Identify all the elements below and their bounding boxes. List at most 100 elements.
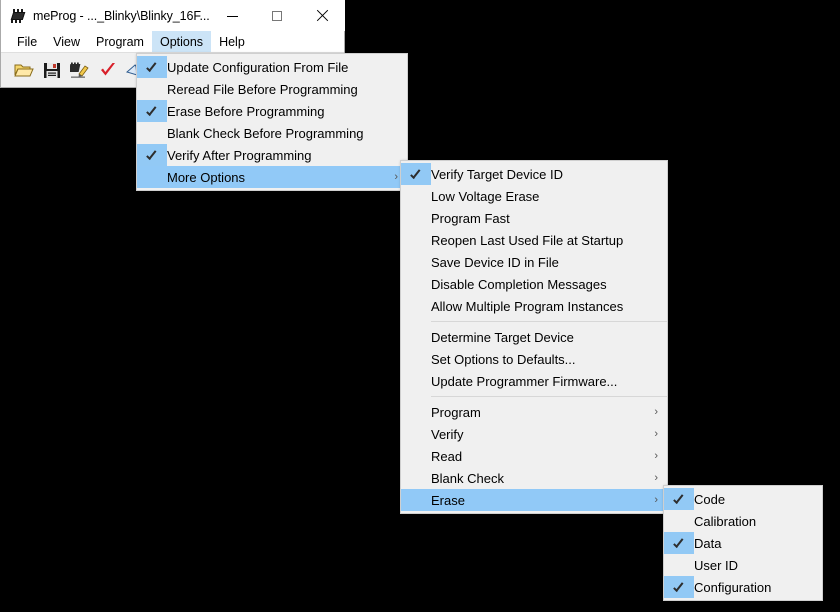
menu-item-label: Determine Target Device: [431, 329, 574, 345]
menu-item-low-voltage-erase[interactable]: Low Voltage Erase: [401, 185, 667, 207]
desktop-background: meProg - ..._Blinky\Blinky_16F... File V…: [0, 0, 840, 612]
checkmark-icon: [664, 488, 694, 510]
checkmark-icon: [137, 144, 167, 166]
menu-item-label: Disable Completion Messages: [431, 276, 607, 292]
chevron-right-icon: ›: [654, 406, 658, 418]
menu-item-verify-after-programming[interactable]: Verify After Programming: [137, 144, 407, 166]
menu-item-label: Allow Multiple Program Instances: [431, 298, 624, 314]
menubar-item-program[interactable]: Program: [88, 31, 152, 52]
menu-item-label: Blank Check: [431, 470, 504, 486]
minimize-icon: [226, 16, 238, 17]
check-cell: [401, 445, 431, 467]
menu-item-erase-user-id[interactable]: User ID: [664, 554, 822, 576]
close-button[interactable]: [299, 0, 345, 31]
menu-item-label: Data: [694, 535, 722, 551]
check-cell: [137, 166, 167, 188]
check-cell: [401, 467, 431, 489]
check-cell: [401, 489, 431, 511]
minimize-button[interactable]: [209, 0, 255, 31]
open-file-icon[interactable]: [13, 59, 35, 81]
erase-submenu: Code Calibration Data User ID Configurat…: [663, 485, 823, 601]
menu-item-label: Update Configuration From File: [167, 59, 349, 75]
menubar-item-file[interactable]: File: [9, 31, 45, 52]
more-options-menu: Verify Target Device ID Low Voltage Eras…: [400, 160, 668, 514]
menu-item-program-fast[interactable]: Program Fast: [401, 207, 667, 229]
check-cell: [664, 510, 694, 532]
chevron-right-icon: ›: [654, 494, 658, 506]
menu-item-read[interactable]: Read ›: [401, 445, 667, 467]
verify-checkmark-icon[interactable]: [97, 59, 119, 81]
menu-item-update-programmer-firmware[interactable]: Update Programmer Firmware...: [401, 370, 667, 392]
window-controls: [209, 0, 345, 31]
menu-item-label: Program: [431, 404, 481, 420]
check-cell: [401, 370, 431, 392]
menu-separator: [431, 396, 667, 397]
check-cell: [401, 401, 431, 423]
menubar-item-options[interactable]: Options: [151, 31, 212, 52]
menubar-label-file: File: [17, 34, 38, 49]
chevron-right-icon: ›: [394, 171, 398, 183]
menu-item-blank-check-before-programming[interactable]: Blank Check Before Programming: [137, 122, 407, 144]
check-cell: [401, 273, 431, 295]
check-cell: [401, 185, 431, 207]
program-device-icon[interactable]: [69, 59, 91, 81]
window-title: meProg - ..._Blinky\Blinky_16F...: [33, 8, 210, 23]
checkmark-icon: [137, 56, 167, 78]
menubar-item-help[interactable]: Help: [211, 31, 253, 52]
menu-item-disable-completion-messages[interactable]: Disable Completion Messages: [401, 273, 667, 295]
chevron-right-icon: ›: [654, 450, 658, 462]
options-menu: Update Configuration From File Reread Fi…: [136, 53, 408, 191]
menu-item-label: Verify After Programming: [167, 147, 312, 163]
menu-item-program[interactable]: Program ›: [401, 401, 667, 423]
check-cell: [401, 423, 431, 445]
menu-item-label: Reopen Last Used File at Startup: [431, 232, 624, 248]
menu-item-label: Blank Check Before Programming: [167, 125, 364, 141]
menu-item-label: More Options: [167, 169, 246, 185]
chevron-right-icon: ›: [654, 428, 658, 440]
check-cell: [401, 251, 431, 273]
check-cell: [401, 326, 431, 348]
close-icon: [316, 10, 328, 22]
menu-item-reopen-last-used-file-at-startup[interactable]: Reopen Last Used File at Startup: [401, 229, 667, 251]
checkmark-icon: [664, 576, 694, 598]
menubar-item-view[interactable]: View: [45, 31, 88, 52]
save-file-icon[interactable]: [41, 59, 63, 81]
menu-item-verify[interactable]: Verify ›: [401, 423, 667, 445]
menu-separator: [431, 321, 667, 322]
menu-item-label: Configuration: [694, 579, 772, 595]
menu-item-label: Read: [431, 448, 463, 464]
check-cell: [401, 229, 431, 251]
menu-item-save-device-id-in-file[interactable]: Save Device ID in File: [401, 251, 667, 273]
menu-item-blank-check[interactable]: Blank Check ›: [401, 467, 667, 489]
maximize-icon: [272, 10, 283, 21]
menu-item-update-configuration-from-file[interactable]: Update Configuration From File: [137, 56, 407, 78]
menu-item-label: Update Programmer Firmware...: [431, 373, 618, 389]
chip-icon: [10, 8, 26, 24]
menu-item-label: User ID: [694, 557, 739, 573]
maximize-button[interactable]: [254, 0, 300, 31]
menubar-label-view: View: [53, 34, 81, 49]
menu-item-verify-target-device-id[interactable]: Verify Target Device ID: [401, 163, 667, 185]
menu-item-label: Calibration: [694, 513, 757, 529]
menu-item-reread-file-before-programming[interactable]: Reread File Before Programming: [137, 78, 407, 100]
menu-item-label: Erase: [431, 492, 465, 508]
menu-item-erase-code[interactable]: Code: [664, 488, 822, 510]
menu-item-erase-data[interactable]: Data: [664, 532, 822, 554]
check-cell: [401, 295, 431, 317]
menu-item-label: Erase Before Programming: [167, 103, 325, 119]
title-bar[interactable]: meProg - ..._Blinky\Blinky_16F...: [1, 0, 345, 31]
menu-item-more-options[interactable]: More Options ›: [137, 166, 407, 188]
menu-item-erase-before-programming[interactable]: Erase Before Programming: [137, 100, 407, 122]
checkmark-icon: [137, 100, 167, 122]
menu-bar: File View Program Options Help: [1, 31, 344, 52]
menu-item-erase-configuration[interactable]: Configuration: [664, 576, 822, 598]
menu-item-erase-calibration[interactable]: Calibration: [664, 510, 822, 532]
menubar-label-help: Help: [219, 34, 245, 49]
menu-item-allow-multiple-program-instances[interactable]: Allow Multiple Program Instances: [401, 295, 667, 317]
menu-item-label: Reread File Before Programming: [167, 81, 358, 97]
menu-item-determine-target-device[interactable]: Determine Target Device: [401, 326, 667, 348]
menu-item-erase[interactable]: Erase ›: [401, 489, 667, 511]
chevron-right-icon: ›: [654, 472, 658, 484]
menu-item-set-options-to-defaults[interactable]: Set Options to Defaults...: [401, 348, 667, 370]
check-cell: [137, 78, 167, 100]
